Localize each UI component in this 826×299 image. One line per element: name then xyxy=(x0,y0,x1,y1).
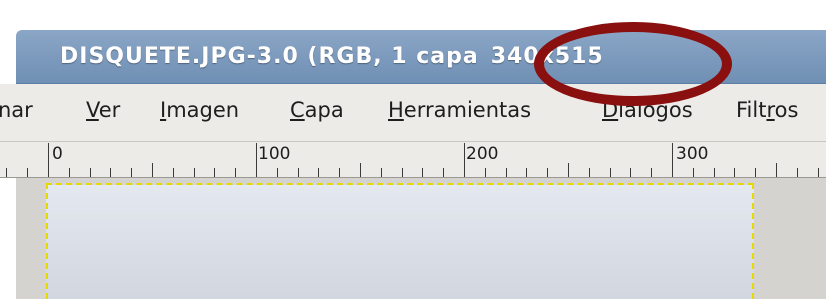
ruler-tick xyxy=(443,168,444,177)
ruler-label-300: 300 xyxy=(676,144,709,164)
ruler-tick xyxy=(298,168,299,177)
ruler-tick xyxy=(485,168,486,177)
ruler-tick xyxy=(48,143,49,177)
ruler-tick xyxy=(381,168,382,177)
horizontal-ruler[interactable]: 0 100 200 300 xyxy=(0,142,826,178)
ruler-tick xyxy=(589,168,590,177)
image-layer-boundary[interactable] xyxy=(46,183,754,299)
ruler-tick xyxy=(256,143,257,177)
menu-item-imagen[interactable]: Imagen xyxy=(160,98,239,122)
ruler-tick xyxy=(214,168,215,177)
ruler-tick xyxy=(672,143,673,177)
ruler-tick xyxy=(318,168,319,177)
menu-item-ver[interactable]: Ver xyxy=(86,98,120,122)
ruler-tick xyxy=(630,168,631,177)
ruler-tick xyxy=(194,168,195,177)
ruler-tick xyxy=(797,168,798,177)
ruler-tick xyxy=(110,168,111,177)
ruler-tick xyxy=(339,168,340,177)
window-title: DISQUETE.JPG-3.0 (RGB, 1 capa 340x515 xyxy=(60,44,604,69)
ruler-label-200: 200 xyxy=(466,144,499,164)
ruler-tick xyxy=(464,143,465,177)
canvas-left-margin xyxy=(0,178,16,299)
ruler-tick xyxy=(714,168,715,177)
ruler-tick xyxy=(755,168,756,177)
highlight-ellipse xyxy=(534,22,732,106)
ruler-label-0: 0 xyxy=(52,144,63,164)
menu-item-filtros[interactable]: Filtros xyxy=(736,98,798,122)
window-title-name: DISQUETE.JPG-3.0 (RGB, 1 capa xyxy=(60,44,479,69)
ruler-tick xyxy=(360,163,361,177)
ruler-tick xyxy=(610,168,611,177)
ruler-tick xyxy=(235,168,236,177)
ruler-tick xyxy=(173,168,174,177)
ruler-tick xyxy=(277,168,278,177)
ruler-label-100: 100 xyxy=(258,144,291,164)
menu-item-herramientas[interactable]: Herramientas xyxy=(388,98,531,122)
ruler-tick xyxy=(547,168,548,177)
ruler-tick xyxy=(776,163,777,177)
ruler-tick xyxy=(506,168,507,177)
ruler-tick xyxy=(152,163,153,177)
menu-item-seleccionar[interactable]: nar xyxy=(0,98,33,122)
menu-item-capa[interactable]: Capa xyxy=(290,98,344,122)
ruler-tick xyxy=(27,168,28,177)
ruler-tick xyxy=(693,168,694,177)
ruler-tick xyxy=(90,168,91,177)
ruler-tick xyxy=(422,168,423,177)
ruler-tick xyxy=(402,168,403,177)
page-background-top xyxy=(0,0,826,30)
ruler-tick xyxy=(651,168,652,177)
ruler-tick xyxy=(818,168,819,177)
ruler-tick xyxy=(131,168,132,177)
image-canvas-area[interactable] xyxy=(0,178,826,299)
ruler-tick xyxy=(734,168,735,177)
ruler-tick xyxy=(568,163,569,177)
ruler-tick xyxy=(6,168,7,177)
ruler-tick xyxy=(69,168,70,177)
ruler-tick xyxy=(526,168,527,177)
